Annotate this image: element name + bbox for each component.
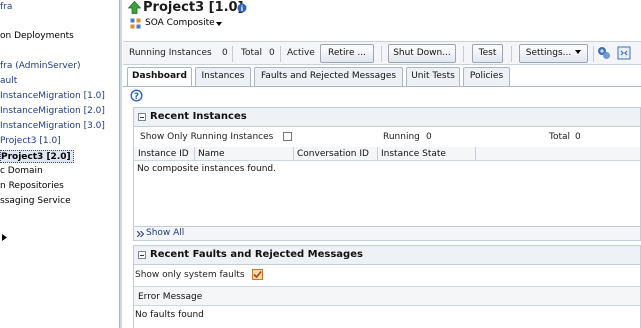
empty-message: No faults found bbox=[135, 310, 204, 320]
nav-item[interactable]: n Repositories bbox=[0, 180, 64, 193]
divider bbox=[463, 46, 464, 62]
total-label: Total bbox=[549, 132, 571, 142]
show-all-link[interactable]: Show All bbox=[134, 226, 640, 240]
column-divider bbox=[377, 147, 378, 161]
nav-item[interactable]: c Domain bbox=[0, 165, 43, 178]
shut-down-button[interactable]: Shut Down... bbox=[388, 44, 456, 63]
nav-item[interactable]: on Deployments bbox=[0, 30, 74, 43]
empty-message: No composite instances found. bbox=[137, 164, 276, 174]
instance-filter-row: Show Only Running Instances Running 0 To… bbox=[134, 127, 640, 146]
column-header[interactable]: Name bbox=[198, 149, 225, 159]
composite-icon bbox=[130, 18, 141, 29]
total-value: 0 bbox=[269, 48, 275, 58]
chevron-down-icon bbox=[216, 22, 222, 26]
topology-icon[interactable] bbox=[597, 46, 611, 60]
collapse-icon[interactable] bbox=[138, 113, 146, 121]
settings-button[interactable]: Settings... bbox=[519, 44, 588, 63]
checkbox-checked-icon[interactable] bbox=[252, 269, 263, 280]
recent-instances-title: Recent Instances bbox=[150, 111, 247, 122]
nav-item[interactable]: fra bbox=[0, 1, 12, 14]
divider bbox=[381, 46, 382, 62]
navigation-tree: fra on Deployments fra (AdminServer) ault In… bbox=[0, 0, 120, 328]
column-header[interactable]: Conversation ID bbox=[297, 149, 369, 159]
nav-item[interactable]: InstanceMigration [1.0] bbox=[0, 90, 105, 103]
tab-faults-and-rejected-messages[interactable]: Faults and Rejected Messages bbox=[254, 67, 403, 86]
page-title: Project3 [1.0] bbox=[143, 0, 244, 15]
nav-item[interactable]: fra (AdminServer) bbox=[0, 60, 80, 73]
divider bbox=[593, 46, 594, 62]
nav-item[interactable]: InstanceMigration [3.0] bbox=[0, 120, 105, 133]
running-label: Running bbox=[383, 132, 420, 142]
system-faults-row: Show only system faults bbox=[134, 265, 640, 283]
up-arrow-icon[interactable] bbox=[128, 1, 141, 14]
column-header[interactable]: Instance ID bbox=[138, 149, 189, 159]
total-label: Total bbox=[241, 48, 263, 58]
recent-instances-panel: Recent Instances Show Only Running Insta… bbox=[133, 107, 641, 241]
running-instances-value: 0 bbox=[222, 48, 228, 58]
nav-item[interactable]: Project3 [2.0] bbox=[0, 150, 74, 163]
state-label: Active bbox=[287, 48, 315, 58]
nav-item[interactable]: InstanceMigration [2.0] bbox=[0, 105, 105, 118]
running-instances-label: Running Instances bbox=[129, 48, 212, 58]
instances-table-header: Instance ID Name Conversation ID Instanc… bbox=[134, 147, 640, 161]
column-divider bbox=[194, 147, 195, 161]
running-value: 0 bbox=[426, 132, 432, 142]
tab-unit-tests[interactable]: Unit Tests bbox=[406, 67, 460, 86]
divider bbox=[280, 46, 281, 62]
faults-table-header: Error Message bbox=[134, 286, 640, 306]
svg-text:i: i bbox=[241, 5, 243, 13]
column-divider bbox=[293, 147, 294, 161]
panel-splitter[interactable] bbox=[120, 0, 122, 328]
nav-item[interactable]: ault bbox=[0, 75, 17, 88]
column-header[interactable]: Instance State bbox=[381, 149, 446, 159]
show-only-running-label: Show Only Running Instances bbox=[140, 132, 274, 142]
nav-item[interactable]: Project3 [1.0] bbox=[0, 135, 61, 148]
double-chevron-icon bbox=[137, 231, 144, 237]
recent-faults-panel: Recent Faults and Rejected Messages Show… bbox=[133, 245, 641, 328]
collapse-icon[interactable] bbox=[138, 251, 146, 259]
svg-text:?: ? bbox=[134, 92, 139, 102]
expand-arrow-icon[interactable] bbox=[2, 234, 7, 241]
tab-policies[interactable]: Policies bbox=[463, 67, 510, 86]
recent-instances-header: Recent Instances bbox=[134, 108, 640, 127]
tab-dashboard[interactable]: Dashboard bbox=[127, 67, 192, 87]
show-system-faults-label: Show only system faults bbox=[135, 270, 245, 280]
recent-faults-header: Recent Faults and Rejected Messages bbox=[134, 246, 640, 265]
column-divider bbox=[475, 147, 476, 161]
column-header[interactable]: Error Message bbox=[138, 292, 202, 302]
divider bbox=[232, 46, 233, 62]
info-icon[interactable]: i bbox=[237, 3, 247, 13]
divider bbox=[511, 46, 512, 62]
total-value: 0 bbox=[575, 132, 581, 142]
chevron-down-icon bbox=[575, 50, 582, 54]
toolbar: Running Instances 0 Total 0 Active Retir… bbox=[123, 41, 641, 65]
dashboard-content: ? Recent Instances Show Only Running Ins… bbox=[123, 87, 641, 328]
help-icon[interactable]: ? bbox=[130, 89, 143, 102]
export-icon[interactable] bbox=[617, 46, 631, 60]
nav-item[interactable]: ssaging Service bbox=[0, 195, 71, 208]
settings-button-label: Settings... bbox=[525, 48, 572, 58]
test-button[interactable]: Test bbox=[472, 44, 503, 63]
show-only-running-checkbox[interactable] bbox=[283, 132, 292, 141]
soa-composite-label: SOA Composite bbox=[145, 18, 215, 28]
show-all-label: Show All bbox=[146, 228, 185, 238]
recent-faults-title: Recent Faults and Rejected Messages bbox=[150, 249, 363, 260]
retire-button[interactable]: Retire ... bbox=[320, 44, 374, 63]
page-header: Project3 [1.0] i SOA Composite bbox=[123, 0, 641, 42]
tab-instances[interactable]: Instances bbox=[195, 67, 251, 86]
tab-bar: Dashboard Instances Faults and Rejected … bbox=[123, 65, 641, 87]
